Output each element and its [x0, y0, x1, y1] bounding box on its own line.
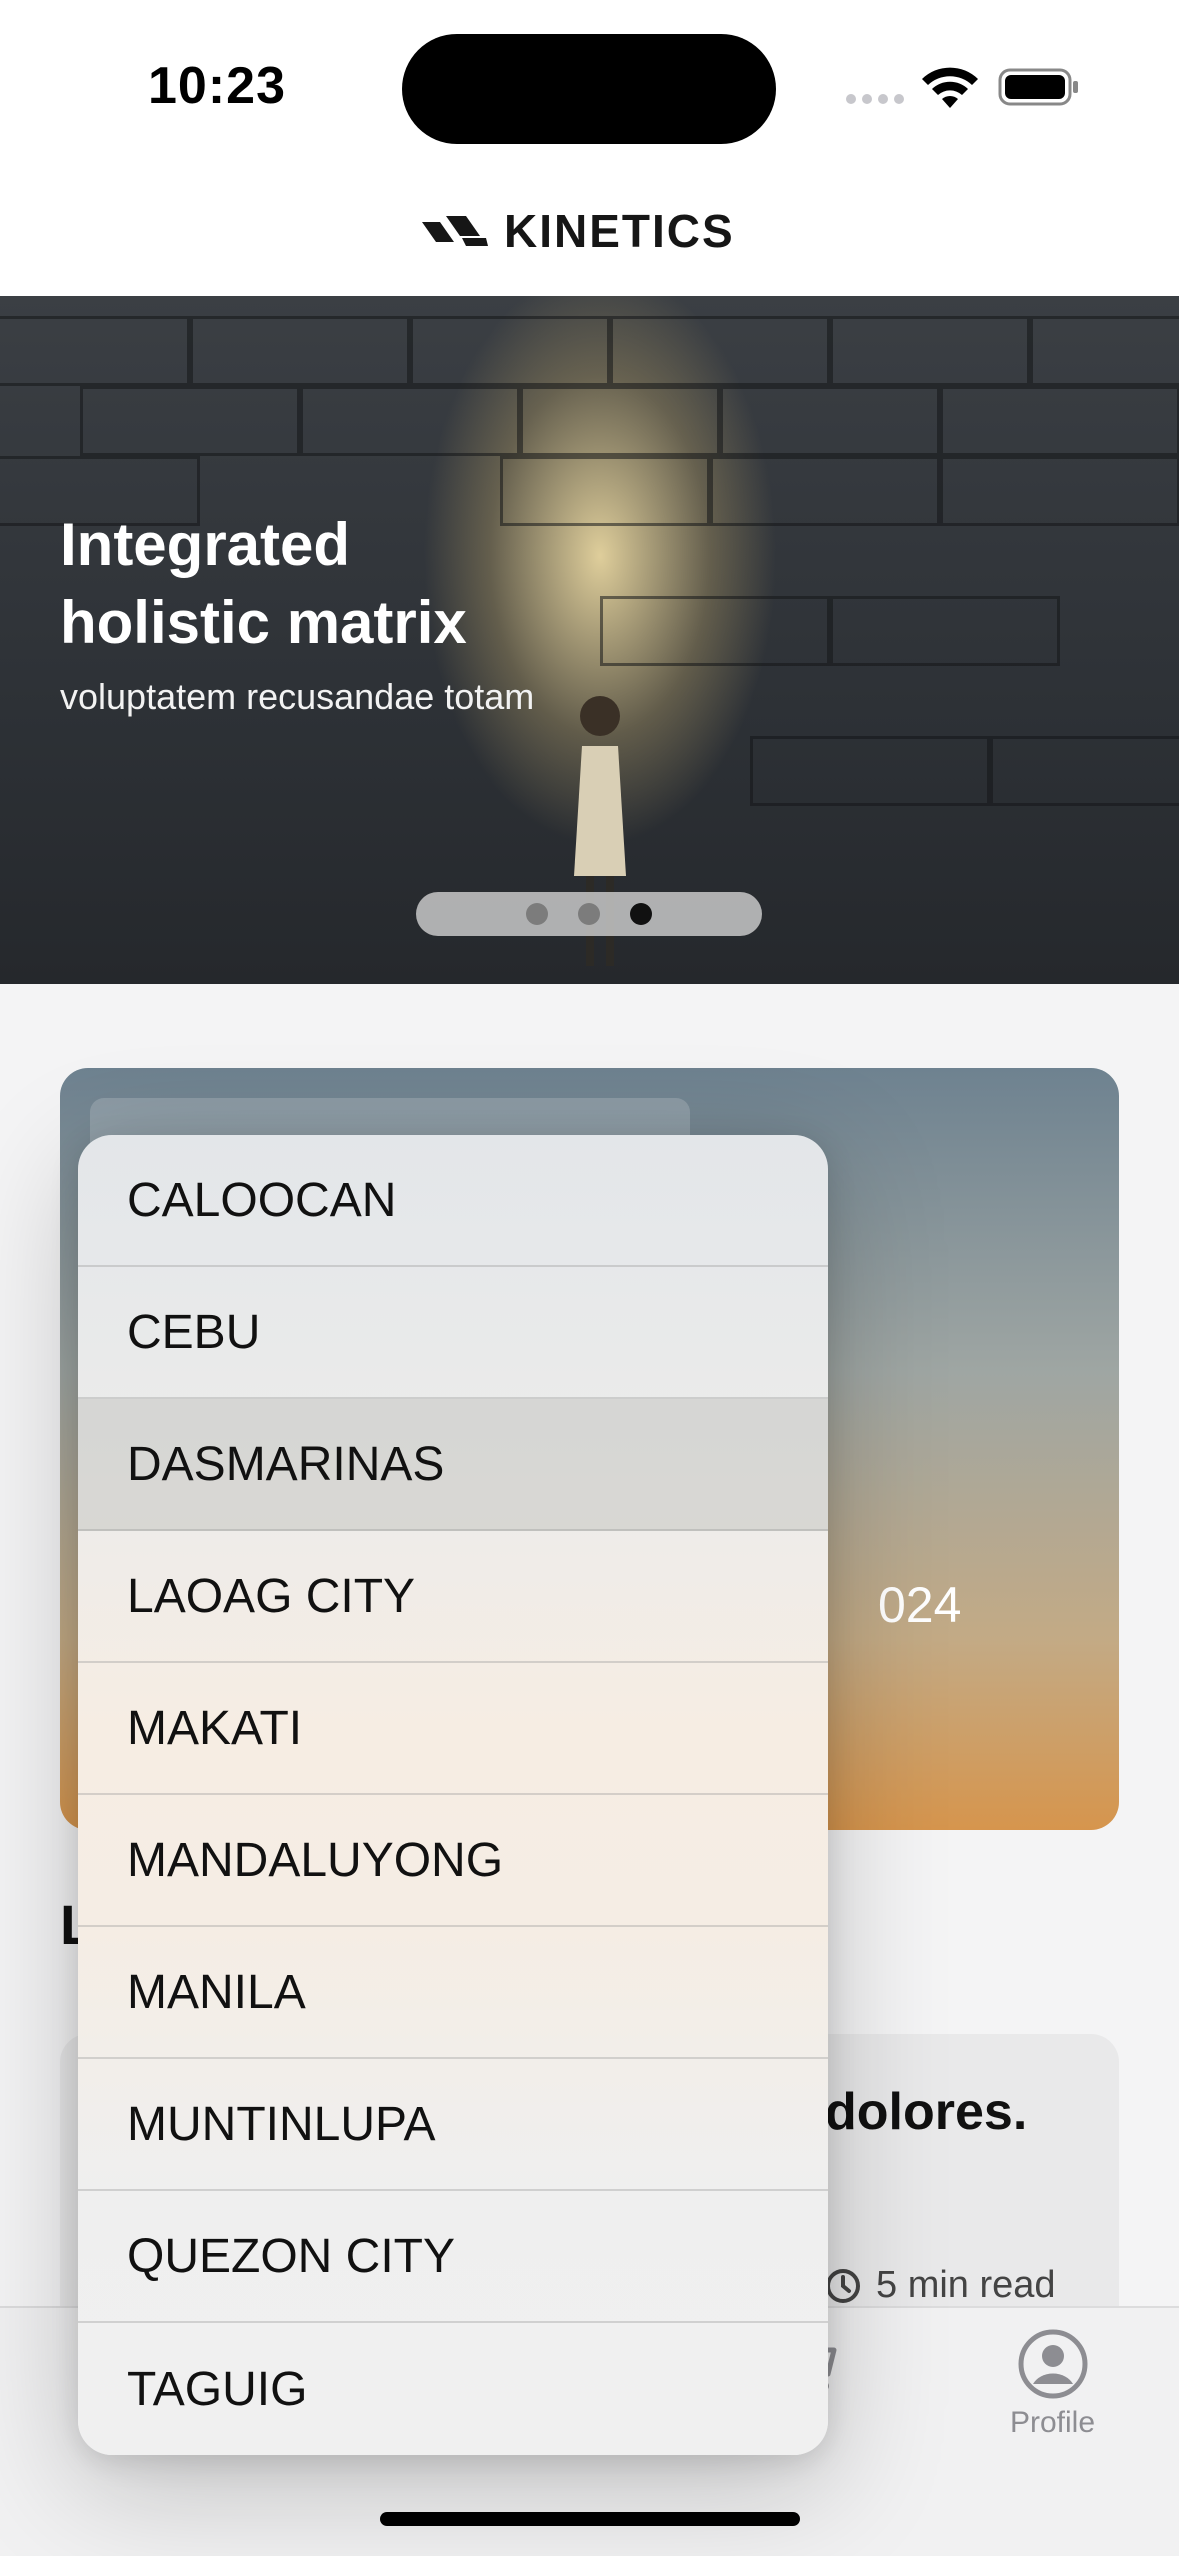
event-date: 024: [878, 1577, 962, 1633]
app-header: KINETICS: [0, 160, 1179, 296]
battery-icon: [998, 68, 1078, 106]
brick-decor: [830, 596, 1060, 666]
clock-icon: [826, 2268, 860, 2303]
pagination-dot[interactable]: [578, 903, 600, 925]
cellular-signal-icon: [846, 94, 904, 104]
read-time-label: 5 min read: [876, 2264, 1056, 2306]
hero-subtitle: voluptatem recusandae totam: [60, 676, 535, 717]
city-dropdown-menu[interactable]: CALOOCAN CEBU DASMARINAS LAOAG CITY MAKA…: [78, 1135, 828, 2455]
hero-title: Integrated holistic matrix: [60, 506, 760, 662]
app-screen: 10:23 KINETICS Integrated holistic matri…: [0, 0, 1179, 2556]
hero-title-line: holistic matrix: [60, 589, 467, 656]
profile-icon: [1018, 2329, 1088, 2399]
brand-name: KINETICS: [504, 205, 735, 257]
brick-decor: [610, 316, 830, 386]
status-time: 10:23: [148, 57, 286, 115]
wifi-icon: [922, 67, 978, 108]
brick-decor: [720, 386, 940, 456]
hero-carousel[interactable]: Integrated holistic matrix voluptatem re…: [0, 296, 1179, 984]
dropdown-option[interactable]: CALOOCAN: [78, 1135, 828, 1267]
brick-decor: [80, 386, 300, 456]
dropdown-option[interactable]: QUEZON CITY: [78, 2191, 828, 2323]
brick-decor: [830, 316, 1030, 386]
home-indicator[interactable]: [380, 2512, 800, 2526]
brick-decor: [750, 736, 990, 806]
brick-decor: [990, 736, 1179, 806]
tab-profile-label: Profile: [1010, 2406, 1096, 2439]
carousel-pagination[interactable]: [416, 892, 762, 936]
dropdown-option[interactable]: TAGUIG: [78, 2323, 828, 2455]
dropdown-option[interactable]: MUNTINLUPA: [78, 2059, 828, 2191]
tab-profile[interactable]: Profile: [1010, 2328, 1095, 2440]
brick-decor: [410, 316, 610, 386]
brick-decor: [940, 456, 1179, 526]
brick-decor: [190, 316, 410, 386]
dropdown-option[interactable]: LAOAG CITY: [78, 1531, 828, 1663]
brick-decor: [0, 316, 190, 386]
pagination-dot[interactable]: [526, 903, 548, 925]
kinetics-logo-icon: [422, 216, 488, 246]
article-title: dolores.: [825, 2083, 1028, 2141]
brick-decor: [1030, 316, 1179, 386]
hero-title-line: Integrated: [60, 511, 351, 578]
dropdown-option-highlighted[interactable]: DASMARINAS: [78, 1399, 828, 1531]
pagination-dot-active[interactable]: [630, 903, 652, 925]
dropdown-option[interactable]: MANDALUYONG: [78, 1795, 828, 1927]
read-time: 5 min read: [824, 2264, 1056, 2307]
dropdown-option[interactable]: CEBU: [78, 1267, 828, 1399]
brand-logo[interactable]: KINETICS: [420, 204, 735, 258]
dynamic-island: [402, 34, 776, 144]
brick-decor: [300, 386, 520, 456]
status-bar: 10:23: [0, 0, 1179, 160]
dropdown-option[interactable]: MANILA: [78, 1927, 828, 2059]
brick-decor: [940, 386, 1179, 456]
dropdown-option[interactable]: MAKATI: [78, 1663, 828, 1795]
brick-decor: [520, 386, 720, 456]
